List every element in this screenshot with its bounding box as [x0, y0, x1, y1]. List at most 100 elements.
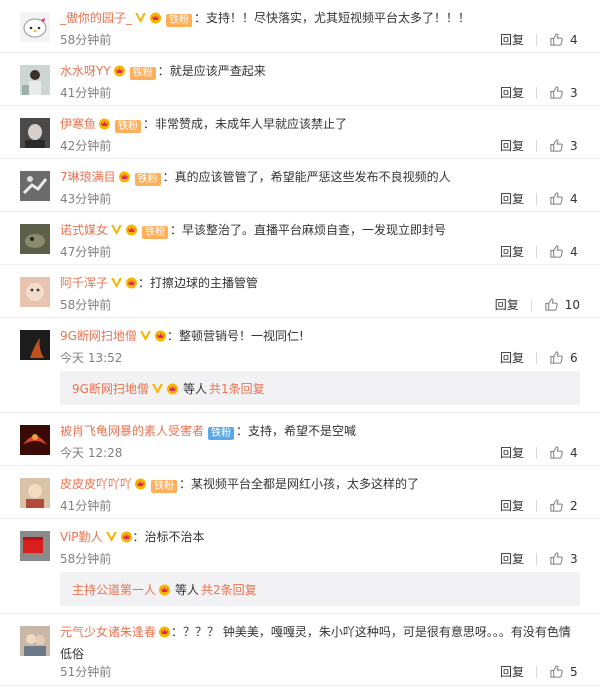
thumbs-up-icon	[550, 552, 563, 565]
fan-badge: 铁粉	[151, 480, 178, 493]
vip-v-icon	[151, 383, 163, 394]
comment-time: 43分钟前	[60, 192, 112, 206]
reply-username-link[interactable]: 主持公道第一人	[72, 581, 156, 598]
comment-time: 今天 12:28	[60, 446, 123, 460]
avatar[interactable]	[20, 224, 50, 254]
divider	[536, 33, 537, 46]
comment-actions: 回复 4	[500, 31, 580, 48]
reply-button[interactable]: 回复	[500, 137, 524, 154]
comment-item: 诺式媒女 铁粉 ：早该整治了。直播平台麻烦自查，一发现立即封号 47分钟前 回复 4	[0, 212, 600, 265]
reply-summary: 主持公道第一人 等人 共2条回复	[60, 572, 580, 606]
username-link[interactable]: 7琳琅满目	[60, 170, 116, 184]
vip-v-icon	[105, 532, 117, 542]
reply-button[interactable]: 回复	[500, 31, 524, 48]
username-link[interactable]: 诺式媒女	[60, 223, 108, 237]
comment-line: 阿千浑子 ：打擦边球的主播管管	[60, 276, 259, 290]
divider	[536, 192, 537, 205]
avatar[interactable]	[20, 425, 50, 455]
reply-button[interactable]: 回复	[500, 84, 524, 101]
avatar[interactable]	[20, 626, 50, 656]
username-link[interactable]: 水水呀YY	[60, 64, 111, 78]
divider	[536, 245, 537, 258]
like-count: 2	[570, 498, 578, 513]
comment-item: 水水呀YY 铁粉 ：就是应该严查起来 41分钟前 回复 3	[0, 53, 600, 106]
like-button[interactable]: 2	[549, 498, 580, 513]
username-link[interactable]: 被肖飞龟网暴的素人受害者	[60, 424, 204, 438]
fan-crown-icon	[118, 171, 130, 183]
fan-badge: 铁粉	[134, 173, 161, 186]
like-button[interactable]: 3	[549, 551, 580, 566]
comment-item: 伊寒鱼 铁粉 ：非常赞成，未成年人早就应该禁止了 42分钟前 回复 3	[0, 106, 600, 159]
like-button[interactable]: 4	[549, 244, 580, 259]
fan-crown-icon	[154, 330, 166, 342]
comment-actions: 回复 3	[500, 550, 580, 567]
fan-crown-icon	[126, 277, 138, 289]
username-link[interactable]: 9G断网扫地僧	[60, 329, 137, 343]
avatar[interactable]	[20, 478, 50, 508]
comment-actions: 回复 10	[495, 296, 580, 313]
reply-button[interactable]: 回复	[500, 663, 524, 680]
like-count: 4	[570, 244, 578, 259]
comment-text: 早该整治了。直播平台麻烦自查，一发现立即封号	[182, 223, 447, 237]
comment-item: 阿千浑子 ：打擦边球的主播管管 58分钟前 回复 10	[0, 265, 600, 318]
comment-actions: 回复 3	[500, 137, 580, 154]
reply-summary: 9G断网扫地僧 等人 共1条回复	[60, 371, 580, 405]
avatar[interactable]	[20, 65, 50, 95]
comment-line: 水水呀YY 铁粉 ：就是应该严查起来	[60, 64, 266, 80]
reply-button[interactable]: 回复	[500, 497, 524, 514]
like-count: 4	[570, 445, 578, 460]
reply-button[interactable]: 回复	[495, 296, 519, 313]
divider	[536, 552, 537, 565]
vip-v-icon	[111, 225, 123, 235]
comment-item: ViP勤人 ：治标不治本 58分钟前 回复 3	[0, 519, 600, 572]
avatar[interactable]	[20, 330, 50, 360]
comment-time: 47分钟前	[60, 245, 112, 259]
like-button[interactable]: 3	[549, 138, 580, 153]
username-link[interactable]: ViP勤人	[60, 530, 103, 544]
divider	[536, 351, 537, 364]
like-button[interactable]: 6	[549, 350, 580, 365]
like-button[interactable]: 4	[549, 32, 580, 47]
avatar[interactable]	[20, 531, 50, 561]
avatar[interactable]	[20, 171, 50, 201]
fan-crown-icon	[150, 12, 162, 24]
avatar[interactable]	[20, 118, 50, 148]
username-link[interactable]: _傲你的园子_	[60, 11, 132, 25]
like-count: 3	[570, 85, 578, 100]
thumbs-up-icon	[550, 499, 563, 512]
avatar[interactable]	[20, 12, 50, 42]
comment-item: 被肖飞龟网暴的素人受害者 铁粉 ：支持，希望不是空喊 今天 12:28 回复 4	[0, 413, 600, 466]
reply-button[interactable]: 回复	[500, 550, 524, 567]
comment-text: 支持，希望不是空喊	[248, 424, 357, 438]
like-count: 5	[570, 664, 578, 679]
reply-button[interactable]: 回复	[500, 190, 524, 207]
reply-count-link[interactable]: 共1条回复	[209, 380, 265, 397]
comment-actions: 回复 6	[500, 349, 580, 366]
divider	[536, 139, 537, 152]
avatar[interactable]	[20, 277, 50, 307]
divider	[530, 298, 532, 311]
reply-summary-row: 9G断网扫地僧 等人 共1条回复	[0, 371, 600, 413]
divider	[536, 446, 537, 459]
username-link[interactable]: 阿千浑子	[60, 276, 108, 290]
like-button[interactable]: 5	[549, 664, 580, 679]
like-button[interactable]: 4	[549, 445, 580, 460]
comment-line: ViP勤人 ：治标不治本	[60, 530, 205, 544]
username-link[interactable]: 皮皮皮吖吖吖	[60, 477, 132, 491]
comment-actions: 回复 4	[500, 444, 580, 461]
reply-button[interactable]: 回复	[500, 243, 524, 260]
fan-crown-icon	[135, 478, 147, 490]
comment-actions: 回复 4	[500, 243, 580, 260]
reply-username-link[interactable]: 9G断网扫地僧	[72, 380, 149, 397]
divider	[536, 665, 537, 678]
comment-time: 51分钟前	[60, 665, 112, 679]
like-button[interactable]: 3	[549, 85, 580, 100]
username-link[interactable]: 伊寒鱼	[60, 117, 96, 131]
thumbs-up-icon	[550, 33, 563, 46]
like-button[interactable]: 4	[549, 191, 580, 206]
username-link[interactable]: 元气少女诸朱逢春	[60, 625, 156, 639]
like-button[interactable]: 10	[544, 297, 580, 312]
reply-button[interactable]: 回复	[500, 349, 524, 366]
reply-button[interactable]: 回复	[500, 444, 524, 461]
reply-count-link[interactable]: 共2条回复	[201, 581, 257, 598]
